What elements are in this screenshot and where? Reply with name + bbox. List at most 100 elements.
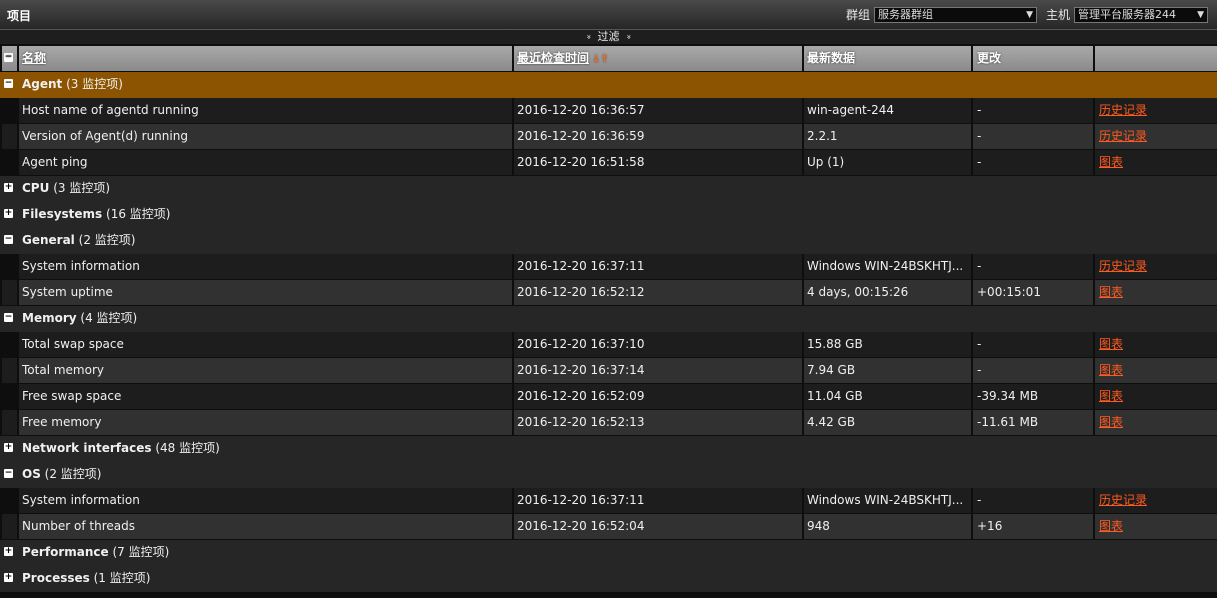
item-latest-data: 4.42 GB	[804, 410, 971, 435]
row-spacer	[2, 410, 17, 435]
item-change: -	[973, 124, 1093, 149]
group-toggle[interactable]: +	[2, 540, 17, 565]
plus-icon: +	[4, 442, 13, 452]
item-history-link[interactable]: 图表	[1099, 337, 1123, 351]
sort-arrows-icon: ↓↑	[592, 54, 609, 65]
item-history-link[interactable]: 历史记录	[1099, 129, 1147, 143]
group-row[interactable]: + Processes (1 监控项)	[0, 566, 1217, 592]
item-change: -11.61 MB	[973, 410, 1093, 435]
group-row[interactable]: + Performance (7 监控项)	[0, 540, 1217, 566]
group-row[interactable]: − OS (2 监控项)	[0, 462, 1217, 488]
group-label: OS (2 监控项)	[19, 462, 1217, 487]
group-toggle[interactable]: −	[2, 72, 17, 97]
row-spacer	[2, 514, 17, 539]
table-row: Total memory 2016-12-20 16:37:14 7.94 GB - 图…	[0, 358, 1217, 384]
item-latest-data: 11.04 GB	[804, 384, 971, 409]
group-count: (2 监控项)	[78, 233, 136, 247]
group-toggle[interactable]: +	[2, 176, 17, 201]
group-name: Performance	[22, 545, 109, 559]
page-title: 项目	[7, 9, 32, 23]
item-name: System uptime	[19, 280, 512, 305]
host-select[interactable]: 管理平台服务器244 ▼	[1074, 6, 1209, 23]
item-history-link[interactable]: 历史记录	[1099, 259, 1147, 273]
column-header-last-check[interactable]: 最近检查时间 ↓↑	[514, 46, 802, 71]
group-name: Filesystems	[22, 207, 103, 221]
item-action-cell: 图表	[1095, 514, 1217, 539]
item-name: Host name of agentd running	[19, 98, 512, 123]
group-name: Network interfaces	[22, 441, 152, 455]
group-name: CPU	[22, 181, 50, 195]
row-spacer	[2, 254, 17, 279]
item-action-cell: 历史记录	[1095, 98, 1217, 123]
group-label: CPU (3 监控项)	[19, 176, 1217, 201]
item-change: -	[973, 98, 1093, 123]
plus-icon: +	[4, 546, 13, 556]
item-history-link[interactable]: 图表	[1099, 285, 1123, 299]
item-change: -	[973, 358, 1093, 383]
row-spacer	[2, 488, 17, 513]
item-action-cell: 图表	[1095, 384, 1217, 409]
plus-icon: +	[4, 208, 13, 218]
minus-icon: −	[4, 468, 13, 478]
item-change: -	[973, 150, 1093, 175]
host-label: 主机	[1046, 8, 1071, 22]
chevron-down-icon: ▼	[1197, 9, 1205, 20]
group-row[interactable]: − Memory (4 监控项)	[0, 306, 1217, 332]
item-latest-data: 7.94 GB	[804, 358, 971, 383]
group-toggle[interactable]: +	[2, 436, 17, 461]
sort-by-name-link[interactable]: 名称	[22, 51, 46, 65]
group-toggle[interactable]: +	[2, 566, 17, 591]
row-spacer	[2, 150, 17, 175]
table-row: Host name of agentd running 2016-12-20 16…	[0, 98, 1217, 124]
row-spacer	[2, 384, 17, 409]
group-row[interactable]: + Filesystems (16 监控项)	[0, 202, 1217, 228]
host-select-value: 管理平台服务器244	[1078, 7, 1177, 21]
item-last-check: 2016-12-20 16:51:58	[514, 150, 802, 175]
item-last-check: 2016-12-20 16:36:57	[514, 98, 802, 123]
minus-icon: −	[4, 78, 13, 88]
item-last-check: 2016-12-20 16:52:13	[514, 410, 802, 435]
table-row: System uptime 2016-12-20 16:52:12 4 days, …	[0, 280, 1217, 306]
column-header-change: 更改	[973, 46, 1093, 71]
group-toggle[interactable]: −	[2, 228, 17, 253]
group-count: (3 监控项)	[66, 77, 123, 91]
group-toggle[interactable]: −	[2, 306, 17, 331]
group-row[interactable]: − General (2 监控项)	[0, 228, 1217, 254]
group-count: (7 监控项)	[112, 545, 170, 559]
group-label: General (2 监控项)	[19, 228, 1217, 253]
table-row: System information 2016-12-20 16:37:11 Win…	[0, 254, 1217, 280]
item-history-link[interactable]: 图表	[1099, 519, 1123, 533]
group-toggle[interactable]: +	[2, 202, 17, 227]
item-action-cell: 图表	[1095, 410, 1217, 435]
group-row[interactable]: + Network interfaces (48 监控项)	[0, 436, 1217, 462]
group-count: (1 监控项)	[93, 571, 151, 585]
double-chevron-down-icon: »	[624, 34, 634, 40]
item-history-link[interactable]: 图表	[1099, 155, 1123, 169]
filter-label: 过滤	[597, 30, 620, 43]
item-history-link[interactable]: 图表	[1099, 363, 1123, 377]
table-row: Version of Agent(d) running 2016-12-20 16…	[0, 124, 1217, 150]
item-last-check: 2016-12-20 16:37:14	[514, 358, 802, 383]
group-count: (3 监控项)	[53, 181, 111, 195]
item-history-link[interactable]: 历史记录	[1099, 103, 1147, 117]
filter-toggle[interactable]: » 过滤 »	[0, 30, 1217, 44]
group-row[interactable]: + CPU (3 监控项)	[0, 176, 1217, 202]
sort-by-last-check-link[interactable]: 最近检查时间	[517, 51, 589, 65]
row-spacer	[2, 358, 17, 383]
item-latest-data: 948	[804, 514, 971, 539]
item-history-link[interactable]: 历史记录	[1099, 493, 1147, 507]
collapse-all-toggle[interactable]: −	[2, 46, 17, 71]
item-latest-data: Up (1)	[804, 150, 971, 175]
group-row[interactable]: − Agent (3 监控项)	[0, 72, 1217, 98]
group-name: Agent	[22, 77, 63, 91]
group-label: 群组	[846, 8, 871, 22]
item-history-link[interactable]: 图表	[1099, 415, 1123, 429]
item-action-cell: 历史记录	[1095, 124, 1217, 149]
column-header-name[interactable]: 名称	[19, 46, 512, 71]
item-name: Agent ping	[19, 150, 512, 175]
group-select[interactable]: 服务器群组 ▼	[874, 6, 1038, 23]
table-row: Number of threads 2016-12-20 16:52:04 948 +…	[0, 514, 1217, 540]
group-toggle[interactable]: −	[2, 462, 17, 487]
item-history-link[interactable]: 图表	[1099, 389, 1123, 403]
item-action-cell: 图表	[1095, 150, 1217, 175]
